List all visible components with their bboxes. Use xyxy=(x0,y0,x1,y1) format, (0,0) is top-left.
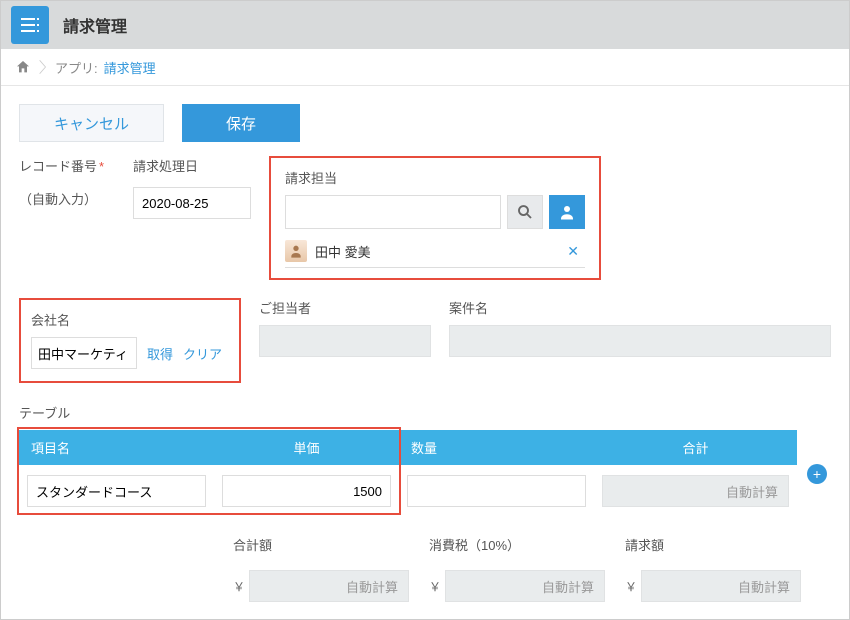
case-field: 案件名 xyxy=(449,298,831,357)
fetch-button[interactable]: 取得 xyxy=(147,344,173,363)
case-label: 案件名 xyxy=(449,298,831,317)
selected-user-name: 田中 愛美 xyxy=(315,242,371,261)
company-label: 会社名 xyxy=(31,310,229,329)
record-number-field: レコード番号* （自動入力） xyxy=(19,156,115,280)
app-header: 請求管理 xyxy=(1,1,849,49)
save-button[interactable]: 保存 xyxy=(182,104,300,142)
invoice-label: 請求額 xyxy=(625,535,801,554)
breadcrumb-prefix: アプリ: xyxy=(55,58,98,77)
record-number-label: レコード番号* xyxy=(19,156,115,175)
case-value xyxy=(449,325,831,357)
row-total: 自動計算 xyxy=(602,475,789,507)
subtotal-label: 合計額 xyxy=(233,535,409,554)
remove-user-icon[interactable]: ✕ xyxy=(561,243,585,260)
record-number-value: （自動入力） xyxy=(19,189,115,208)
currency-symbol: ￥ xyxy=(625,578,637,595)
contact-value xyxy=(259,325,431,357)
action-toolbar: キャンセル 保存 xyxy=(1,86,849,156)
clear-button[interactable]: クリア xyxy=(183,344,222,363)
avatar xyxy=(285,240,307,262)
assignee-field: 請求担当 田中 愛美 ✕ xyxy=(269,156,601,280)
subtotal-value: 自動計算 xyxy=(249,570,409,602)
table-row: 自動計算 xyxy=(19,465,797,517)
unit-price-input[interactable] xyxy=(222,475,391,507)
breadcrumb-app-link[interactable]: 請求管理 xyxy=(104,58,156,77)
cancel-button[interactable]: キャンセル xyxy=(19,104,164,142)
contact-field: ご担当者 xyxy=(259,298,431,357)
tax-value: 自動計算 xyxy=(445,570,605,602)
invoice-value: 自動計算 xyxy=(641,570,801,602)
th-unit-price: 単価 xyxy=(214,430,399,465)
process-date-field: 請求処理日 xyxy=(133,156,251,280)
breadcrumb: アプリ: 請求管理 xyxy=(1,49,849,86)
currency-symbol: ￥ xyxy=(233,578,245,595)
invoice-field: 請求額 ￥ 自動計算 xyxy=(625,535,801,602)
tax-label: 消費税（10%） xyxy=(429,535,605,554)
process-date-label: 請求処理日 xyxy=(133,156,251,175)
assignee-input[interactable] xyxy=(285,195,501,229)
item-name-input[interactable] xyxy=(27,475,206,507)
contact-label: ご担当者 xyxy=(259,298,431,317)
th-qty: 数量 xyxy=(399,430,594,465)
th-item: 項目名 xyxy=(19,430,214,465)
qty-input[interactable] xyxy=(407,475,586,507)
selected-user: 田中 愛美 ✕ xyxy=(285,237,585,268)
search-icon[interactable] xyxy=(507,195,543,229)
company-input[interactable] xyxy=(31,337,137,369)
assignee-label: 請求担当 xyxy=(285,168,585,187)
add-row-button[interactable]: + xyxy=(807,464,827,484)
table-label: テーブル xyxy=(19,403,831,422)
chevron-right-icon xyxy=(37,57,49,77)
subtotal-field: 合計額 ￥ 自動計算 xyxy=(233,535,409,602)
org-picker-icon[interactable] xyxy=(549,195,585,229)
th-total: 合計 xyxy=(594,430,797,465)
app-title: 請求管理 xyxy=(63,13,127,37)
process-date-input[interactable] xyxy=(133,187,251,219)
line-items-table: 項目名 単価 数量 合計 自動計算 xyxy=(19,430,797,517)
company-field: 会社名 取得 クリア xyxy=(19,298,241,383)
currency-symbol: ￥ xyxy=(429,578,441,595)
home-icon[interactable] xyxy=(15,59,31,75)
tax-field: 消費税（10%） ￥ 自動計算 xyxy=(429,535,605,602)
app-icon xyxy=(11,6,49,44)
